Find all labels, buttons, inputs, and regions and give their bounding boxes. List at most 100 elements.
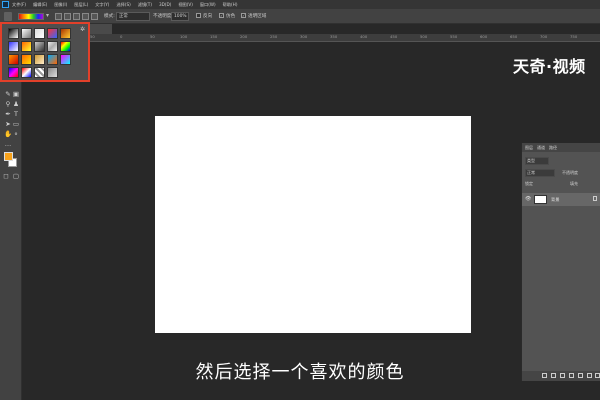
ruler-tick: 350 bbox=[330, 34, 338, 39]
pen-icon[interactable]: ✒ bbox=[4, 110, 12, 118]
menu-3d[interactable]: 3D(D) bbox=[159, 0, 171, 9]
menu-bar: 文件(F) 编辑(E) 图像(I) 图层(L) 文字(Y) 选择(S) 滤镜(T… bbox=[0, 0, 600, 9]
gradient-preset[interactable] bbox=[60, 41, 71, 52]
dither-checkbox[interactable]: ✓ bbox=[219, 13, 224, 18]
ruler-tick: 700 bbox=[540, 34, 548, 39]
hand-icon[interactable]: ✋ bbox=[4, 130, 12, 138]
menu-select[interactable]: 选择(S) bbox=[116, 0, 130, 9]
gradient-preset[interactable] bbox=[8, 28, 19, 39]
gradient-preset[interactable] bbox=[47, 54, 58, 65]
transparency-checkbox[interactable]: ✓ bbox=[241, 13, 246, 18]
gradient-preset[interactable] bbox=[21, 28, 32, 39]
horizontal-ruler: 50 0 50 100 150 200 250 300 350 400 450 … bbox=[22, 34, 600, 42]
mode-select[interactable]: 正常 bbox=[116, 12, 150, 21]
ruler-tick: 200 bbox=[240, 34, 248, 39]
layer-kind-label: 类型 bbox=[527, 158, 535, 163]
menu-filter[interactable]: 滤镜(T) bbox=[138, 0, 152, 9]
text-tool-icon[interactable]: T bbox=[12, 110, 20, 118]
ruler-tick: 600 bbox=[480, 34, 488, 39]
tab-paths[interactable]: 路径 bbox=[549, 143, 557, 152]
ps-logo-icon bbox=[2, 1, 9, 8]
new-layer-icon[interactable] bbox=[587, 373, 592, 378]
ruler-tick: 400 bbox=[360, 34, 368, 39]
path-select-icon[interactable]: ➤ bbox=[4, 120, 12, 128]
add-mask-icon[interactable] bbox=[560, 373, 565, 378]
gradient-tool-preset-icon[interactable] bbox=[4, 12, 12, 21]
gradient-swatch[interactable] bbox=[18, 13, 44, 20]
gradient-preset[interactable] bbox=[21, 41, 32, 52]
layers-panel-footer bbox=[522, 371, 600, 381]
video-subtitle: 然后选择一个喜欢的颜色 bbox=[195, 362, 405, 383]
gradient-preset[interactable] bbox=[8, 41, 19, 52]
gear-icon[interactable]: ✲ bbox=[80, 26, 85, 33]
gradient-preset[interactable] bbox=[34, 67, 45, 78]
menu-type[interactable]: 文字(Y) bbox=[95, 0, 109, 9]
new-group-icon[interactable] bbox=[578, 373, 583, 378]
clone-stamp-icon[interactable]: ♟ bbox=[12, 100, 20, 108]
trash-icon[interactable] bbox=[595, 373, 600, 378]
menu-image[interactable]: 图像(I) bbox=[54, 0, 67, 9]
lock-icon bbox=[593, 196, 597, 201]
layer-row-background[interactable]: 👁 背景 bbox=[522, 193, 600, 206]
menu-window[interactable]: 窗口(W) bbox=[200, 0, 216, 9]
rectangle-icon[interactable]: ▭ bbox=[12, 120, 20, 128]
gradient-preset[interactable] bbox=[47, 41, 58, 52]
dither-label: 仿色 bbox=[226, 14, 236, 19]
gradient-preset[interactable] bbox=[21, 54, 32, 65]
gradient-preset[interactable] bbox=[60, 54, 71, 65]
ruler-tick: 300 bbox=[300, 34, 308, 39]
menu-view[interactable]: 视图(V) bbox=[178, 0, 193, 9]
document-canvas[interactable] bbox=[155, 116, 471, 333]
chevron-down-icon[interactable]: ▾ bbox=[46, 12, 49, 19]
ruler-tick: 150 bbox=[210, 34, 218, 39]
ruler-tick: 500 bbox=[420, 34, 428, 39]
angle-gradient-icon[interactable] bbox=[73, 13, 80, 20]
ruler-tick: 100 bbox=[180, 34, 188, 39]
link-layers-icon[interactable] bbox=[542, 373, 547, 378]
gradient-picker-popup: ✲ bbox=[0, 22, 90, 82]
quick-mask-icon[interactable]: ◻ bbox=[2, 172, 10, 180]
gradient-preset[interactable] bbox=[21, 67, 32, 78]
zoom-icon[interactable]: ⚬ bbox=[12, 130, 20, 138]
layer-opacity-label: 不透明度 bbox=[562, 170, 578, 175]
eyedropper-icon[interactable]: ✎ bbox=[4, 90, 12, 98]
gradient-preset[interactable] bbox=[8, 54, 19, 65]
opacity-input[interactable]: 100% bbox=[171, 12, 189, 21]
layer-thumbnail bbox=[534, 195, 547, 204]
ruler-tick: 50 bbox=[90, 34, 95, 39]
brush-icon[interactable]: ⚲ bbox=[4, 100, 12, 108]
menu-file[interactable]: 文件(F) bbox=[12, 0, 26, 9]
linear-gradient-icon[interactable] bbox=[55, 13, 62, 20]
foreground-color-swatch[interactable] bbox=[4, 152, 13, 161]
crop-icon[interactable]: ▣ bbox=[12, 90, 20, 98]
menu-help[interactable]: 帮助(H) bbox=[223, 0, 238, 9]
reflected-gradient-icon[interactable] bbox=[82, 13, 89, 20]
gradient-preset[interactable] bbox=[47, 67, 58, 78]
ruler-tick: 50 bbox=[150, 34, 155, 39]
gradient-preset[interactable] bbox=[60, 28, 71, 39]
gradient-preset[interactable] bbox=[34, 54, 45, 65]
screen-mode-icon[interactable]: ▢ bbox=[12, 172, 20, 180]
gradient-preset[interactable] bbox=[34, 28, 45, 39]
gradient-preset[interactable] bbox=[34, 41, 45, 52]
transparency-label: 透明区域 bbox=[248, 14, 267, 19]
menu-edit[interactable]: 编辑(E) bbox=[33, 0, 47, 9]
tab-layers[interactable]: 图层 bbox=[525, 143, 533, 152]
photoshop-window: 文件(F) 编辑(E) 图像(I) 图层(L) 文字(Y) 选择(S) 滤镜(T… bbox=[0, 0, 600, 400]
visibility-eye-icon[interactable]: 👁 bbox=[525, 196, 531, 203]
radial-gradient-icon[interactable] bbox=[64, 13, 71, 20]
gradient-preset[interactable] bbox=[47, 28, 58, 39]
reverse-label: 反向 bbox=[203, 14, 213, 19]
adjustment-layer-icon[interactable] bbox=[569, 373, 574, 378]
layers-panel-tabs: 图层 通道 路径 bbox=[522, 143, 600, 152]
diamond-gradient-icon[interactable] bbox=[91, 13, 98, 20]
gradient-preset[interactable] bbox=[8, 67, 19, 78]
more-tools-icon[interactable]: … bbox=[4, 140, 12, 148]
ruler-tick: 0 bbox=[120, 34, 123, 39]
reverse-checkbox[interactable] bbox=[196, 13, 201, 18]
menu-layer[interactable]: 图层(L) bbox=[74, 0, 88, 9]
ruler-tick: 250 bbox=[270, 34, 278, 39]
tab-channels[interactable]: 通道 bbox=[537, 143, 545, 152]
layer-style-icon[interactable] bbox=[551, 373, 556, 378]
ruler-tick: 750 bbox=[570, 34, 578, 39]
